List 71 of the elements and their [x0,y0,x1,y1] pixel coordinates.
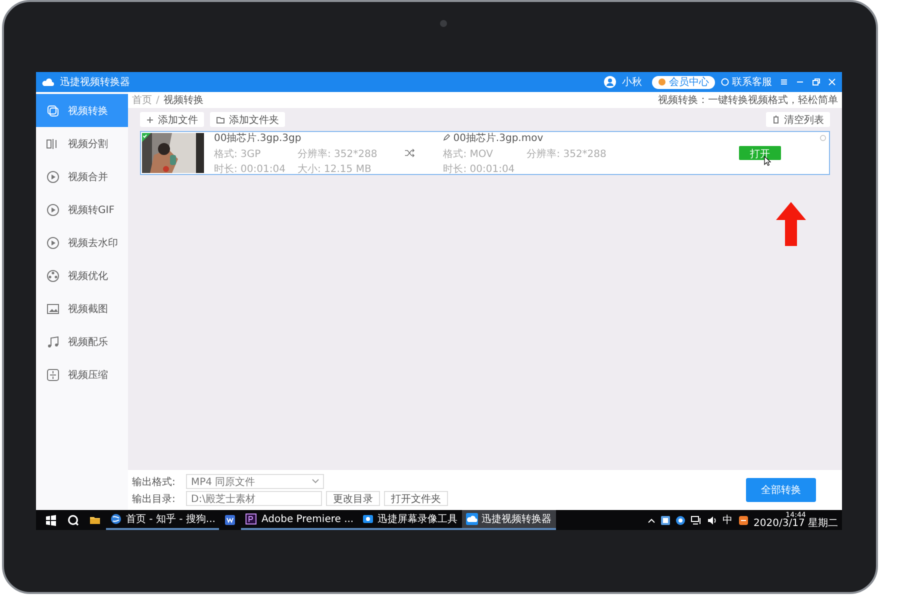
taskbar-item[interactable]: 首页 - 知乎 - 搜狗... [106,510,220,530]
add-folder-button[interactable]: 添加文件夹 [210,112,285,127]
user-name: 小秋 [622,76,642,89]
play-icon [46,236,60,250]
pencil-icon [443,134,450,141]
film-reel-icon [46,268,60,282]
image-icon [46,302,60,316]
play-icon [46,202,60,216]
app-tray-icon [738,516,748,524]
document-icon [224,514,236,526]
breadcrumb-link[interactable]: 视频转换 [163,93,204,107]
duration-text: 时长: 00:01:04 [443,162,515,176]
cloud-icon [42,77,54,87]
taskbar-item[interactable]: 迅捷屏幕录像工具 [358,510,462,530]
format-text: 格式: MOV [443,148,494,160]
sidebar-item[interactable]: 视频分割 [36,127,128,160]
sidebar-item[interactable]: 视频配乐 [36,325,128,358]
windows-icon [45,514,57,526]
sidebar-item[interactable]: 视频截图 [36,292,128,325]
sidebar-item[interactable]: 视频合并 [36,160,128,193]
music-icon [46,334,60,348]
play-icon [46,170,60,184]
clock-date: 2020/3/17 星期二 [754,519,838,529]
vip-center-button[interactable]: 会员中心 [652,76,715,88]
folder-icon [216,116,225,124]
camera-icon [362,513,374,525]
arrow-icon [776,202,806,246]
output-file-name: 00抽芯片.3gp.mov [453,132,544,144]
add-file-button[interactable]: 添加文件 [140,112,204,127]
speaker-icon [706,516,717,524]
media-app-icon [245,513,258,525]
sidebar-item[interactable]: 视频去水印 [36,226,128,259]
clear-list-button[interactable]: 清空列表 [766,112,830,127]
taskbar-item[interactable]: Adobe Premiere ... [241,510,358,530]
open-folder-button[interactable]: 打开文件夹 [384,491,448,506]
chevron-down-icon [312,479,319,484]
network-icon [690,516,701,524]
output-folder-field[interactable]: D:\殿芝士素材 [186,491,322,506]
shuffle-icon [405,149,416,157]
trash-icon [772,115,780,124]
change-folder-button[interactable]: 更改目录 [326,491,380,506]
menu-icon [780,78,788,86]
tagline-text: 视频转换：一键转换视频格式，轻松简单 [658,94,838,107]
sidebar-item[interactable]: 视频优化 [36,259,128,292]
chevron-up-icon [648,518,655,522]
restore-icon [812,78,820,86]
cloud-icon [466,513,478,525]
resolution-text: 分辨率: 352*288 [526,148,606,160]
folder-icon [89,514,101,526]
output-folder-label: 输出目录: [132,492,176,506]
input-method-indicator[interactable]: 中 [722,513,733,527]
duration-text: 时长: 00:01:04 [214,162,286,176]
size-text: 大小: 12.15 MB [297,162,372,176]
globe-icon [110,513,122,525]
resolution-text: 分辨率: 352*288 [297,148,378,160]
compress-icon [46,368,60,382]
file-name: 00抽芯片.3gp.3gp [214,132,302,144]
copy-icon [46,104,60,118]
sidebar-item[interactable]: 视频转GIF [36,193,128,226]
format-dropdown[interactable]: MP4 同原文件 [186,474,324,489]
plus-icon [146,116,154,124]
window-title: 迅捷视频转换器 [60,76,130,89]
camera-icon [440,20,447,27]
user-avatar-icon [604,76,616,88]
taskbar-item[interactable]: 迅捷视频转换器 [462,510,556,530]
search-icon [67,514,79,526]
sidebar-item[interactable]: 视频压缩 [36,358,128,391]
output-format-label: 输出格式: [132,476,176,488]
contact-support-button[interactable]: 联系客服 [721,75,772,89]
format-text: 格式: 3GP [214,148,262,160]
breadcrumb-separator: / [156,94,160,106]
